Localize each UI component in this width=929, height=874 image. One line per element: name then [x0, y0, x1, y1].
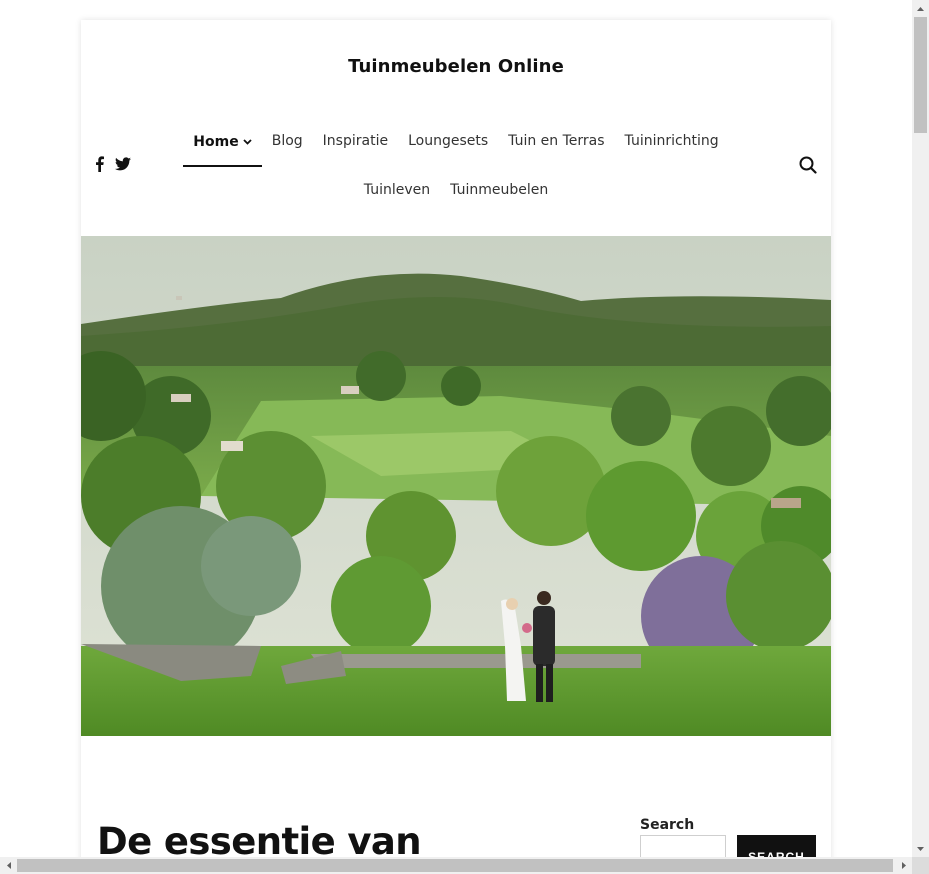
- vertical-scroll-thumb[interactable]: [914, 17, 927, 133]
- horizontal-scroll-thumb[interactable]: [17, 859, 893, 872]
- scroll-down-icon[interactable]: [912, 840, 929, 857]
- primary-menu-row-2: Tuinleven Tuinmeubelen: [81, 182, 831, 216]
- primary-menu-row-1: Home Blog Inspiratie Loungesets Tuin en …: [81, 133, 831, 167]
- nav-item-tuininrichting[interactable]: Tuininrichting: [615, 133, 729, 167]
- post-title[interactable]: De essentie van: [97, 820, 422, 857]
- horizontal-scrollbar[interactable]: [0, 857, 912, 874]
- site-container: Tuinmeubelen Online Home Blog Inspiratie…: [81, 20, 831, 857]
- scrollbar-corner: [912, 857, 929, 874]
- search-input[interactable]: [640, 835, 726, 857]
- scroll-right-icon[interactable]: [895, 857, 912, 874]
- nav-item-tuinleven[interactable]: Tuinleven: [354, 182, 440, 216]
- nav-item-blog[interactable]: Blog: [262, 133, 313, 167]
- nav-item-tuin-en-terras[interactable]: Tuin en Terras: [498, 133, 614, 167]
- chevron-down-icon: [243, 133, 252, 149]
- scroll-left-icon[interactable]: [0, 857, 17, 874]
- vertical-scrollbar[interactable]: [912, 0, 929, 857]
- browser-viewport: Tuinmeubelen Online Home Blog Inspiratie…: [0, 0, 912, 857]
- nav-item-tuinmeubelen[interactable]: Tuinmeubelen: [440, 182, 558, 216]
- search-icon[interactable]: [799, 156, 817, 178]
- site-title[interactable]: Tuinmeubelen Online: [81, 56, 831, 77]
- search-widget-title: Search: [640, 817, 695, 833]
- nav-item-loungesets[interactable]: Loungesets: [398, 133, 498, 167]
- nav-item-inspiratie[interactable]: Inspiratie: [313, 133, 398, 167]
- nav-item-label: Home: [193, 134, 239, 150]
- hero-image: [81, 236, 831, 736]
- nav-item-home[interactable]: Home: [183, 133, 263, 167]
- scroll-up-icon[interactable]: [912, 0, 929, 17]
- search-button[interactable]: SEARCH: [737, 835, 816, 857]
